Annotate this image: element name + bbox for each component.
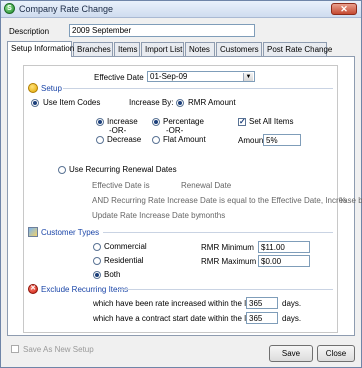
percentage-radio[interactable] (152, 118, 160, 126)
rmr-amount-label: RMR Amount (188, 98, 236, 107)
rate-increased-days-unit: days. (282, 299, 302, 308)
setup-icon (28, 83, 38, 93)
months-label: months (199, 211, 226, 220)
effective-date-is-label: Effective Date is (92, 181, 150, 190)
rate-increased-days-input[interactable]: 365 (246, 297, 278, 309)
residential-radio[interactable] (93, 257, 101, 265)
close-window-button[interactable]: ✕ (331, 3, 357, 15)
rmr-minimum-input[interactable]: $11.00 (258, 241, 310, 253)
use-item-codes-radio[interactable] (31, 99, 39, 107)
increase-label: Increase (107, 117, 138, 126)
commercial-label: Commercial (104, 242, 147, 251)
increase-radio[interactable] (96, 118, 104, 126)
company-rate-change-window: S Company Rate Change ✕ Description 2009… (0, 0, 362, 368)
amount-input[interactable]: 5% (263, 134, 301, 146)
use-item-codes-label: Use Item Codes (43, 98, 101, 107)
contract-start-days-unit: days. (282, 314, 302, 323)
flat-amount-radio[interactable] (152, 136, 160, 144)
both-radio[interactable] (93, 271, 101, 279)
tab-customers[interactable]: Customers (216, 42, 262, 56)
tab-post-rate-change[interactable]: Post Rate Change (263, 42, 332, 56)
effective-date-value: 01-Sep-09 (150, 72, 188, 81)
tab-setup-information[interactable]: Setup Information (7, 41, 74, 57)
rmr-maximum-label: RMR Maximum (201, 257, 257, 266)
save-button[interactable]: Save (269, 345, 313, 362)
residential-label: Residential (104, 256, 144, 265)
rmr-amount-radio[interactable] (176, 99, 184, 107)
increase-by-label: Increase By: (129, 98, 174, 107)
rmr-maximum-input[interactable]: $0.00 (258, 255, 310, 267)
or-separator-2: -OR- (166, 126, 184, 135)
update-rate-label: Update Rate Increase Date by (92, 211, 200, 220)
exclude-icon: ✕ (28, 284, 38, 294)
amount-label: Amount (238, 136, 266, 145)
use-recurring-renewal-label: Use Recurring Renewal Dates (69, 165, 177, 174)
percent-sign-label: % (339, 196, 347, 205)
description-input[interactable]: 2009 September (69, 24, 255, 37)
set-all-items-checkbox[interactable]: ✓ (238, 118, 246, 126)
effective-date-label: Effective Date (94, 73, 144, 82)
use-recurring-renewal-radio[interactable] (58, 166, 66, 174)
effective-date-dropdown[interactable]: 01-Sep-09 ▼ (147, 71, 255, 82)
title-bar: S Company Rate Change ✕ (1, 1, 361, 18)
contract-start-label: which have a contract start date within … (93, 314, 257, 323)
percentage-label: Percentage (163, 117, 204, 126)
close-button[interactable]: Close (317, 345, 355, 362)
description-label: Description (9, 27, 50, 36)
decrease-label: Decrease (107, 135, 142, 144)
setup-divider (63, 88, 333, 89)
or-separator-1: -OR- (109, 126, 127, 135)
renewal-date-label: Renewal Date (181, 181, 232, 190)
setup-section-title: Setup (41, 84, 62, 93)
exclude-section-title: Exclude Recurring Items (41, 285, 129, 294)
contract-start-days-input[interactable]: 365 (246, 312, 278, 324)
set-all-items-label: Set All Items (249, 117, 294, 126)
app-logo-icon: S (4, 3, 15, 14)
customer-types-icon (28, 227, 38, 237)
exclude-divider (117, 289, 333, 290)
chevron-down-icon[interactable]: ▼ (243, 73, 253, 81)
customer-types-section-title: Customer Types (41, 228, 100, 237)
flat-amount-label: Flat Amount (163, 135, 206, 144)
tab-import-list[interactable]: Import List (141, 42, 184, 56)
save-as-new-label: Save As New Setup (23, 345, 94, 354)
both-label: Both (104, 270, 121, 279)
commercial-radio[interactable] (93, 243, 101, 251)
tab-items[interactable]: Items (114, 42, 140, 56)
window-title: Company Rate Change (19, 4, 114, 14)
recurring-increase-label: AND Recurring Rate Increase Date is equa… (92, 196, 362, 205)
save-as-new-checkbox[interactable] (11, 345, 19, 353)
decrease-radio[interactable] (96, 136, 104, 144)
tab-branches[interactable]: Branches (73, 42, 113, 56)
customer-types-divider (103, 232, 333, 233)
rate-increased-label: which have been rate increased within th… (93, 299, 257, 308)
rmr-minimum-label: RMR Minimum (201, 243, 254, 252)
tab-notes[interactable]: Notes (185, 42, 215, 56)
